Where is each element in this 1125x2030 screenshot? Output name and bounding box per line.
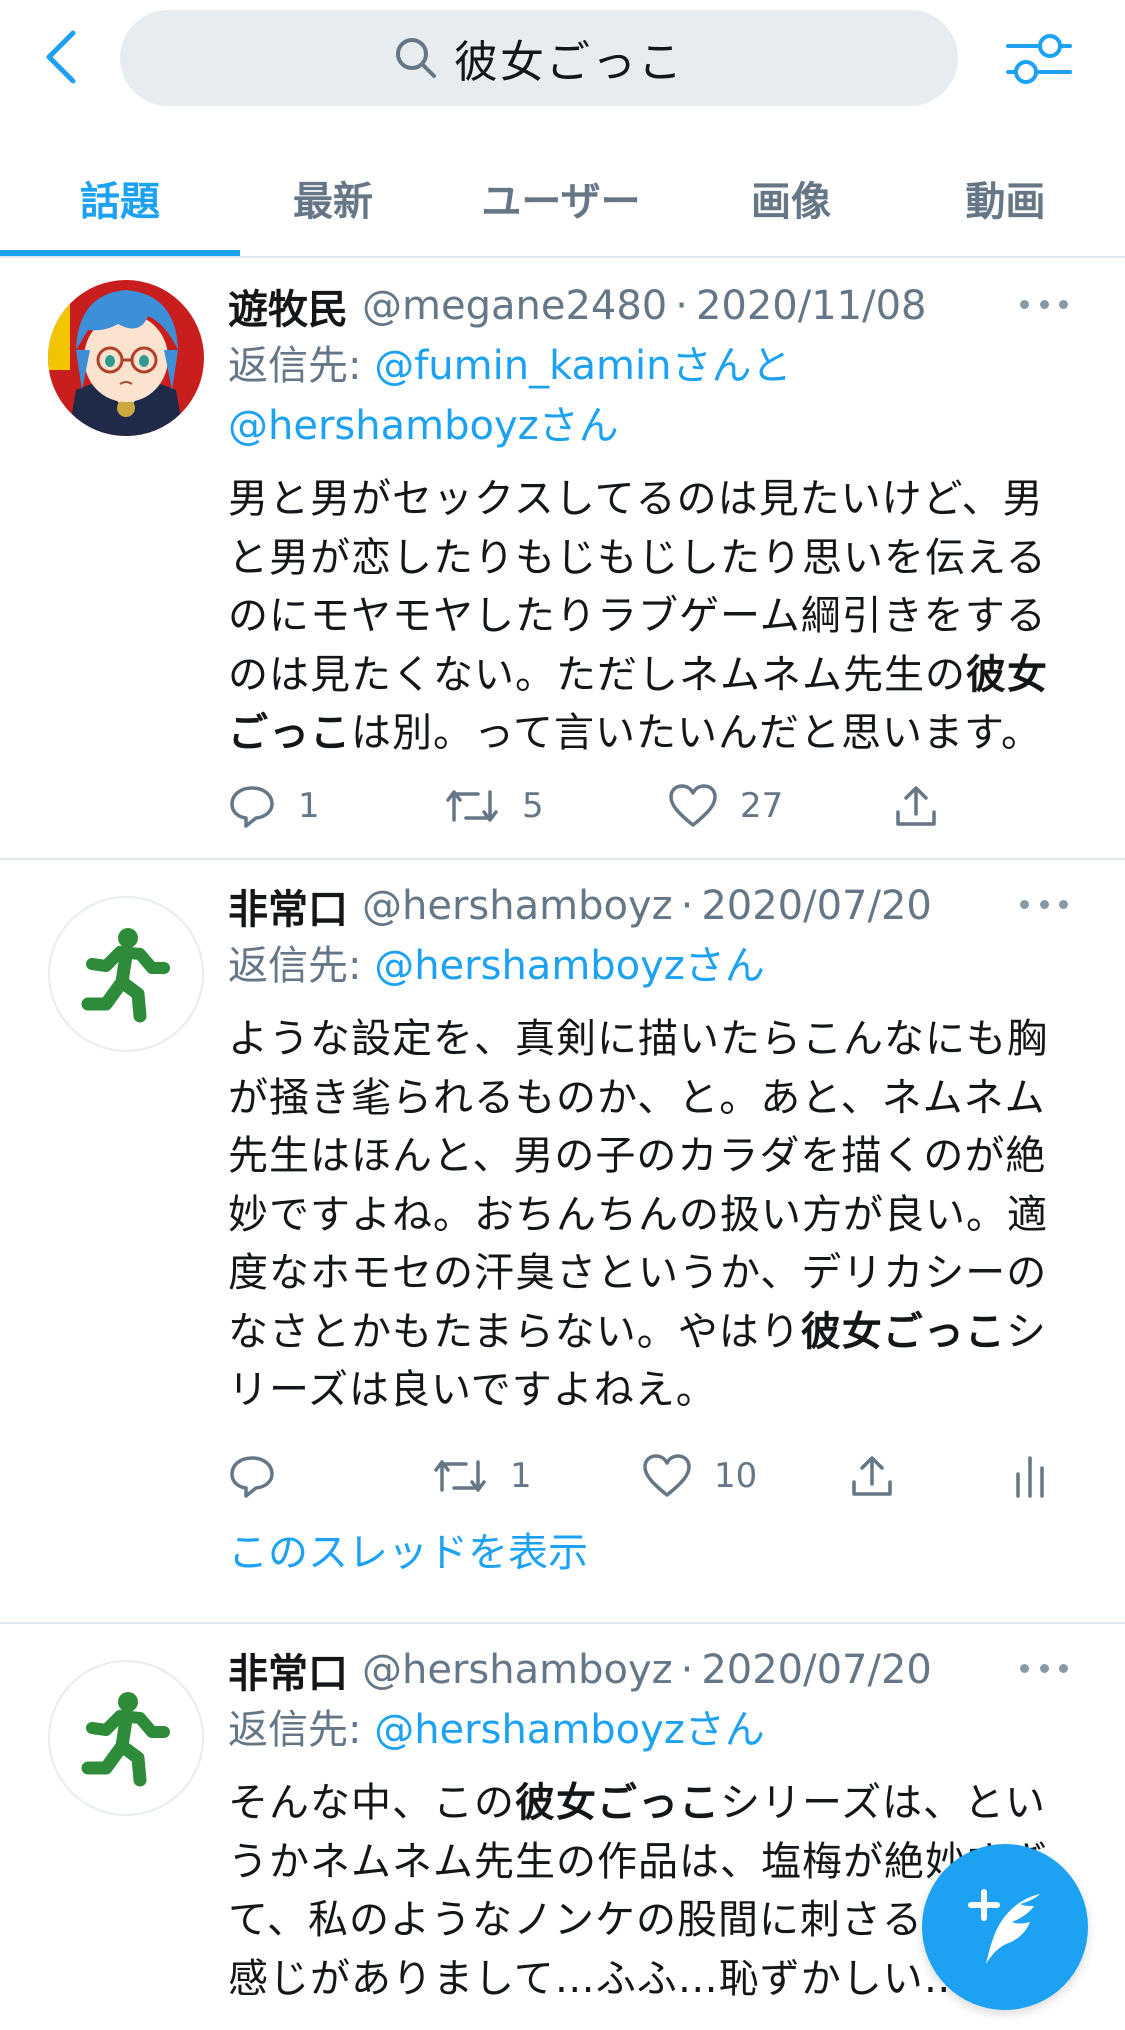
tweet-content: 遊牧民 @megane2480 · 2020/11/08 返信先: @fumin… — [228, 276, 1068, 763]
compose-tweet-button[interactable] — [922, 1844, 1088, 2010]
back-button[interactable] — [36, 26, 86, 88]
tab-top[interactable]: 話題 — [0, 140, 240, 256]
top-bar: 彼女ごっこ — [0, 0, 1125, 118]
search-query: 彼女ごっこ — [454, 37, 684, 88]
tweet-actions: 1 10 — [228, 1446, 1068, 1506]
reply-mention[interactable]: @hershamboyzさん — [374, 943, 765, 989]
search-field[interactable]: 彼女ごっこ — [120, 10, 958, 106]
tab-users[interactable]: ユーザー — [426, 140, 696, 256]
tweet-text: 男と男がセックスしてるのは見たいけど、男と男が恋したりもじもじしたり思いを伝える… — [228, 476, 1048, 756]
tweet-header: 遊牧民 @megane2480 · 2020/11/08 — [228, 276, 1068, 336]
analytics-button[interactable] — [1012, 1446, 1048, 1506]
share-icon — [852, 1456, 892, 1496]
tweet[interactable]: 非常口 @hershamboyz · 2020/07/20 返信先: @hers… — [0, 860, 1125, 1624]
tweet-header: 非常口 @hershamboyz · 2020/07/20 — [228, 876, 1068, 936]
retweet-button[interactable]: 1 — [432, 1446, 532, 1506]
back-arrow-icon — [46, 30, 76, 84]
reply-prefix: 返信先: — [228, 343, 375, 389]
tweet-actions: 1 5 27 — [228, 776, 1068, 836]
tweet-header: 非常口 @hershamboyz · 2020/07/20 — [228, 1640, 1068, 1700]
retweet-count: 5 — [522, 786, 544, 826]
share-button[interactable] — [892, 776, 940, 836]
share-icon — [896, 786, 936, 826]
reply-button[interactable] — [228, 1446, 298, 1506]
search-tabs: 話題 最新 ユーザー 画像 動画 — [0, 140, 1125, 258]
reply-prefix: 返信先: — [228, 943, 375, 989]
retweet-button[interactable]: 5 — [444, 776, 544, 836]
reply-prefix: 返信先: — [228, 1707, 375, 1753]
tweet-content: 非常口 @hershamboyz · 2020/07/20 返信先: @hers… — [228, 876, 1068, 1420]
search-icon — [396, 38, 436, 78]
reply-context: 返信先: @fumin_kaminさんと @hershamboyzさん — [228, 336, 1068, 456]
user-handle[interactable]: @megane2480 — [362, 283, 667, 329]
share-button[interactable] — [848, 1446, 896, 1506]
user-handle[interactable]: @hershamboyz — [362, 1647, 673, 1693]
reply-mention[interactable]: @hershamboyzさん — [228, 403, 619, 449]
tweet-date[interactable]: 2020/07/20 — [701, 1647, 932, 1693]
filter-sliders-icon — [1006, 34, 1072, 84]
separator-dot: · — [680, 1647, 694, 1693]
analytics-icon — [1016, 1456, 1044, 1498]
tab-images[interactable]: 画像 — [696, 140, 886, 256]
avatar[interactable] — [48, 1660, 204, 1816]
show-thread-link[interactable]: このスレッドを表示 — [228, 1520, 588, 1578]
avatar[interactable] — [48, 280, 204, 436]
reply-button[interactable]: 1 — [228, 776, 320, 836]
like-icon — [643, 1454, 691, 1497]
retweet-icon — [446, 790, 498, 822]
compose-tweet-icon — [968, 1889, 1040, 1964]
reply-icon — [230, 786, 274, 828]
reply-count: 1 — [298, 786, 320, 826]
reply-mention[interactable]: @hershamboyzさん — [374, 1707, 765, 1753]
avatar[interactable] — [48, 896, 204, 1052]
more-dots-icon[interactable] — [1020, 1648, 1068, 1688]
like-button[interactable]: 27 — [668, 776, 783, 836]
separator-dot: · — [675, 283, 688, 329]
like-icon — [669, 784, 717, 827]
user-handle[interactable]: @hershamboyz — [362, 883, 673, 929]
tab-videos[interactable]: 動画 — [886, 140, 1125, 256]
reply-context: 返信先: @hershamboyzさん — [228, 936, 1068, 996]
display-name[interactable]: 遊牧民 — [228, 277, 348, 335]
tab-latest[interactable]: 最新 — [240, 140, 426, 256]
separator-dot: · — [680, 883, 694, 929]
tweet-date[interactable]: 2020/11/08 — [696, 283, 927, 329]
retweet-count: 1 — [510, 1456, 532, 1496]
more-dots-icon[interactable] — [1020, 284, 1068, 324]
highlighted-keyword: 彼女ごっこ — [800, 1308, 1006, 1355]
tweet-date[interactable]: 2020/07/20 — [701, 883, 932, 929]
like-count: 27 — [740, 786, 784, 826]
retweet-icon — [434, 1460, 486, 1492]
filter-button[interactable] — [1004, 24, 1074, 94]
running-person-exit-icon — [81, 928, 170, 1023]
reply-icon — [230, 1456, 274, 1498]
more-dots-icon[interactable] — [1020, 884, 1068, 924]
anime-avatar-image — [48, 280, 204, 436]
tweet-text: ような設定を、真剣に描いたらこんなにも胸が掻き毟られるものか、と。あと、ネムネム… — [228, 1016, 1048, 1413]
like-count: 10 — [714, 1456, 758, 1496]
active-tab-indicator — [0, 250, 240, 256]
tweet[interactable]: 遊牧民 @megane2480 · 2020/11/08 返信先: @fumin… — [0, 258, 1125, 860]
display-name[interactable]: 非常口 — [228, 877, 348, 935]
like-button[interactable]: 10 — [642, 1446, 757, 1506]
reply-mention[interactable]: @fumin_kaminさんと — [374, 343, 791, 389]
display-name[interactable]: 非常口 — [228, 1641, 348, 1699]
running-person-exit-icon — [81, 1692, 170, 1787]
highlighted-keyword: 彼女ごっこ — [515, 1780, 720, 1826]
reply-context: 返信先: @hershamboyzさん — [228, 1700, 1068, 1760]
